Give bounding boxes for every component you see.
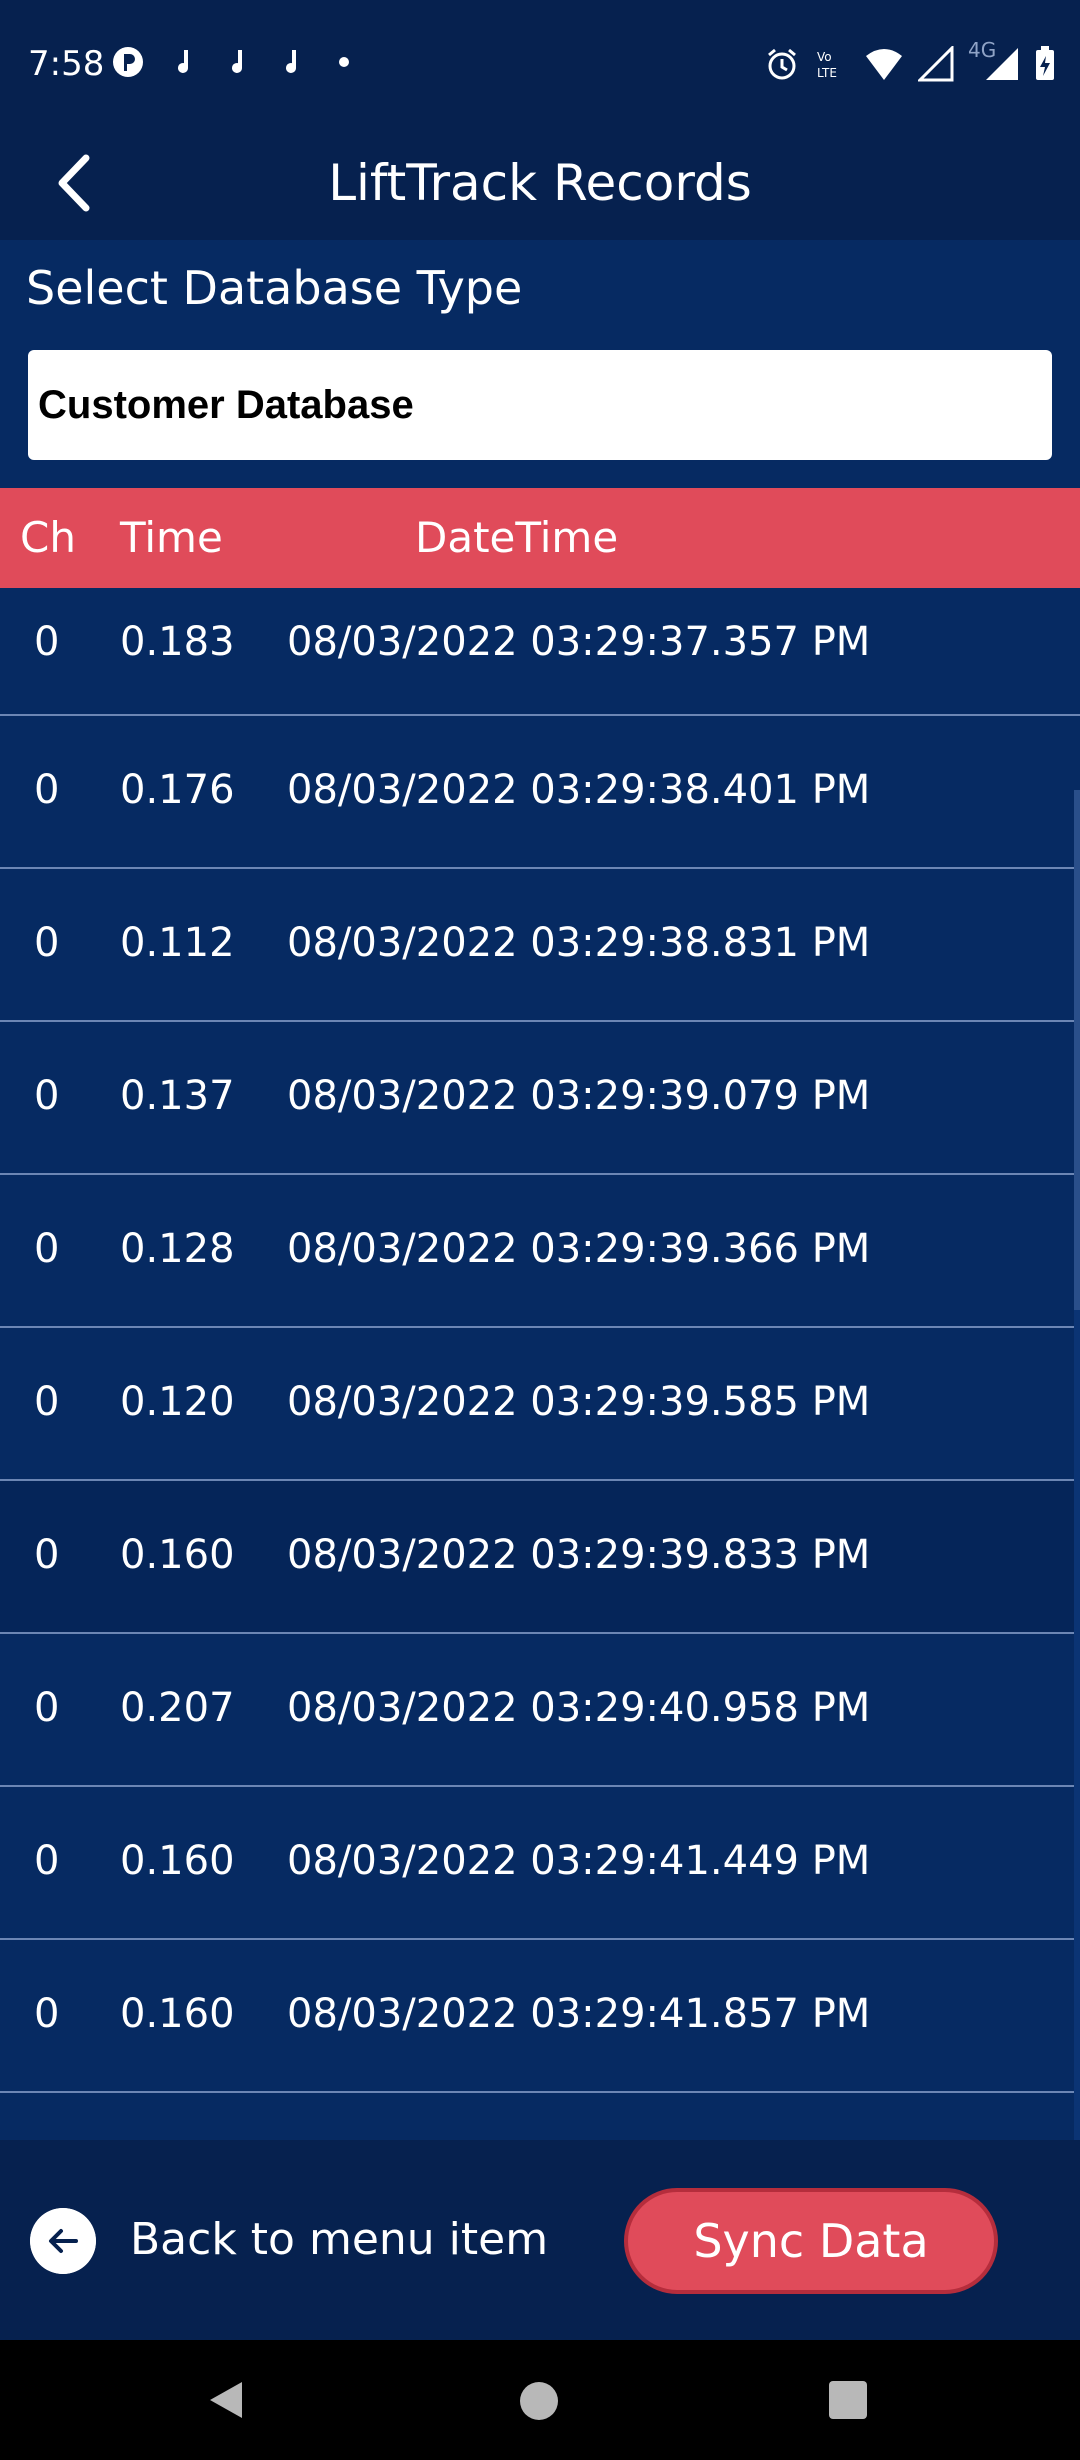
notification-icons bbox=[112, 46, 360, 78]
cell-ch: 0 bbox=[34, 1532, 60, 1578]
cell-ch: 0 bbox=[34, 767, 60, 813]
cell-datetime: 08/03/2022 03:29:41.449 PM bbox=[287, 1838, 871, 1884]
cell-datetime: 08/03/2022 03:29:38.831 PM bbox=[287, 920, 871, 966]
cell-time: 0.207 bbox=[120, 1685, 235, 1731]
dot-icon bbox=[339, 57, 349, 67]
system-nav-bar bbox=[0, 2340, 1080, 2460]
header-datetime: DateTime bbox=[415, 513, 619, 562]
cell-time: 0.112 bbox=[120, 920, 235, 966]
music-note-icon bbox=[286, 50, 296, 73]
table-row[interactable]: 0 0.112 08/03/2022 03:29:38.831 PM bbox=[0, 869, 1080, 1022]
table-row[interactable]: 0 0.160 08/03/2022 03:29:41.449 PM bbox=[0, 1787, 1080, 1940]
p-circle-icon bbox=[113, 47, 143, 77]
cell-ch: 0 bbox=[34, 1838, 60, 1884]
status-time: 7:58 bbox=[28, 44, 105, 84]
table-row[interactable]: 0 0.120 08/03/2022 03:29:39.585 PM bbox=[0, 1328, 1080, 1481]
cell-datetime: 08/03/2022 03:29:39.585 PM bbox=[287, 1379, 871, 1425]
system-icons: Vo LTE 4G bbox=[764, 38, 1056, 82]
svg-text:Vo: Vo bbox=[817, 50, 832, 64]
table-row[interactable]: 0 0.160 08/03/2022 03:29:41.857 PM bbox=[0, 1940, 1080, 2093]
alarm-icon bbox=[768, 48, 796, 80]
cell-datetime: 08/03/2022 03:29:39.079 PM bbox=[287, 1073, 871, 1119]
cell-ch: 0 bbox=[34, 1379, 60, 1425]
status-bar: 7:58 Vo LTE 4G bbox=[0, 0, 1080, 130]
nav-recents-icon[interactable] bbox=[828, 2380, 868, 2420]
header-time: Time bbox=[120, 513, 223, 562]
arrow-left-circle-icon[interactable] bbox=[30, 2208, 96, 2274]
table-header: Ch Time DateTime bbox=[0, 488, 1080, 588]
nav-home-icon[interactable] bbox=[518, 2380, 560, 2422]
cell-datetime: 08/03/2022 03:29:38.401 PM bbox=[287, 767, 871, 813]
cell-ch: 0 bbox=[34, 1073, 60, 1119]
cell-ch: 0 bbox=[34, 1226, 60, 1272]
cell-time: 0.128 bbox=[120, 1226, 235, 1272]
table-row[interactable]: 0 0.176 08/03/2022 03:29:38.401 PM bbox=[0, 716, 1080, 869]
cell-datetime: 08/03/2022 03:29:40.958 PM bbox=[287, 1685, 871, 1731]
wifi-icon bbox=[866, 49, 902, 80]
database-type-label: Select Database Type bbox=[26, 261, 523, 315]
cell-datetime: 08/03/2022 03:29:41.857 PM bbox=[287, 1991, 871, 2037]
cell-datetime: 08/03/2022 03:29:39.366 PM bbox=[287, 1226, 871, 1272]
records-list: 0 0.183 08/03/2022 03:29:37.357 PM 0 0.1… bbox=[0, 588, 1080, 2093]
cell-ch: 0 bbox=[34, 920, 60, 966]
cell-ch: 0 bbox=[34, 619, 60, 665]
header-ch: Ch bbox=[20, 513, 76, 562]
table-row[interactable]: 0 0.207 08/03/2022 03:29:40.958 PM bbox=[0, 1634, 1080, 1787]
cell-time: 0.160 bbox=[120, 1532, 235, 1578]
cell-datetime: 08/03/2022 03:29:37.357 PM bbox=[287, 619, 871, 665]
app-bar: LiftTrack Records bbox=[0, 130, 1080, 240]
music-note-icon bbox=[178, 50, 188, 73]
signal-4g-icon: 4G bbox=[968, 38, 1020, 82]
volte-icon: Vo LTE bbox=[817, 50, 837, 80]
table-row[interactable]: 0 0.137 08/03/2022 03:29:39.079 PM bbox=[0, 1022, 1080, 1175]
cell-time: 0.176 bbox=[120, 767, 235, 813]
cell-time: 0.120 bbox=[120, 1379, 235, 1425]
svg-text:LTE: LTE bbox=[817, 66, 837, 80]
table-row[interactable]: 0 0.128 08/03/2022 03:29:39.366 PM bbox=[0, 1175, 1080, 1328]
back-to-menu-button[interactable]: Back to menu item bbox=[130, 2210, 548, 2270]
page-title: LiftTrack Records bbox=[328, 154, 752, 212]
battery-charging-icon bbox=[1036, 46, 1054, 80]
signal-icon bbox=[918, 46, 954, 82]
table-row[interactable]: 0 0.183 08/03/2022 03:29:37.357 PM bbox=[0, 588, 1080, 716]
cell-ch: 0 bbox=[34, 1991, 60, 2037]
music-note-icon bbox=[232, 50, 242, 73]
cell-ch: 0 bbox=[34, 1685, 60, 1731]
database-type-select[interactable]: Customer Database bbox=[28, 350, 1052, 460]
scrollbar-thumb[interactable] bbox=[1074, 790, 1080, 1310]
cell-time: 0.183 bbox=[120, 619, 235, 665]
cell-datetime: 08/03/2022 03:29:39.833 PM bbox=[287, 1532, 871, 1578]
cell-time: 0.160 bbox=[120, 1991, 235, 2037]
sync-data-button[interactable]: Sync Data bbox=[624, 2188, 998, 2294]
table-row[interactable]: 0 0.160 08/03/2022 03:29:39.833 PM bbox=[0, 1481, 1080, 1634]
cell-time: 0.137 bbox=[120, 1073, 235, 1119]
nav-back-icon[interactable] bbox=[204, 2378, 248, 2422]
cell-time: 0.160 bbox=[120, 1838, 235, 1884]
